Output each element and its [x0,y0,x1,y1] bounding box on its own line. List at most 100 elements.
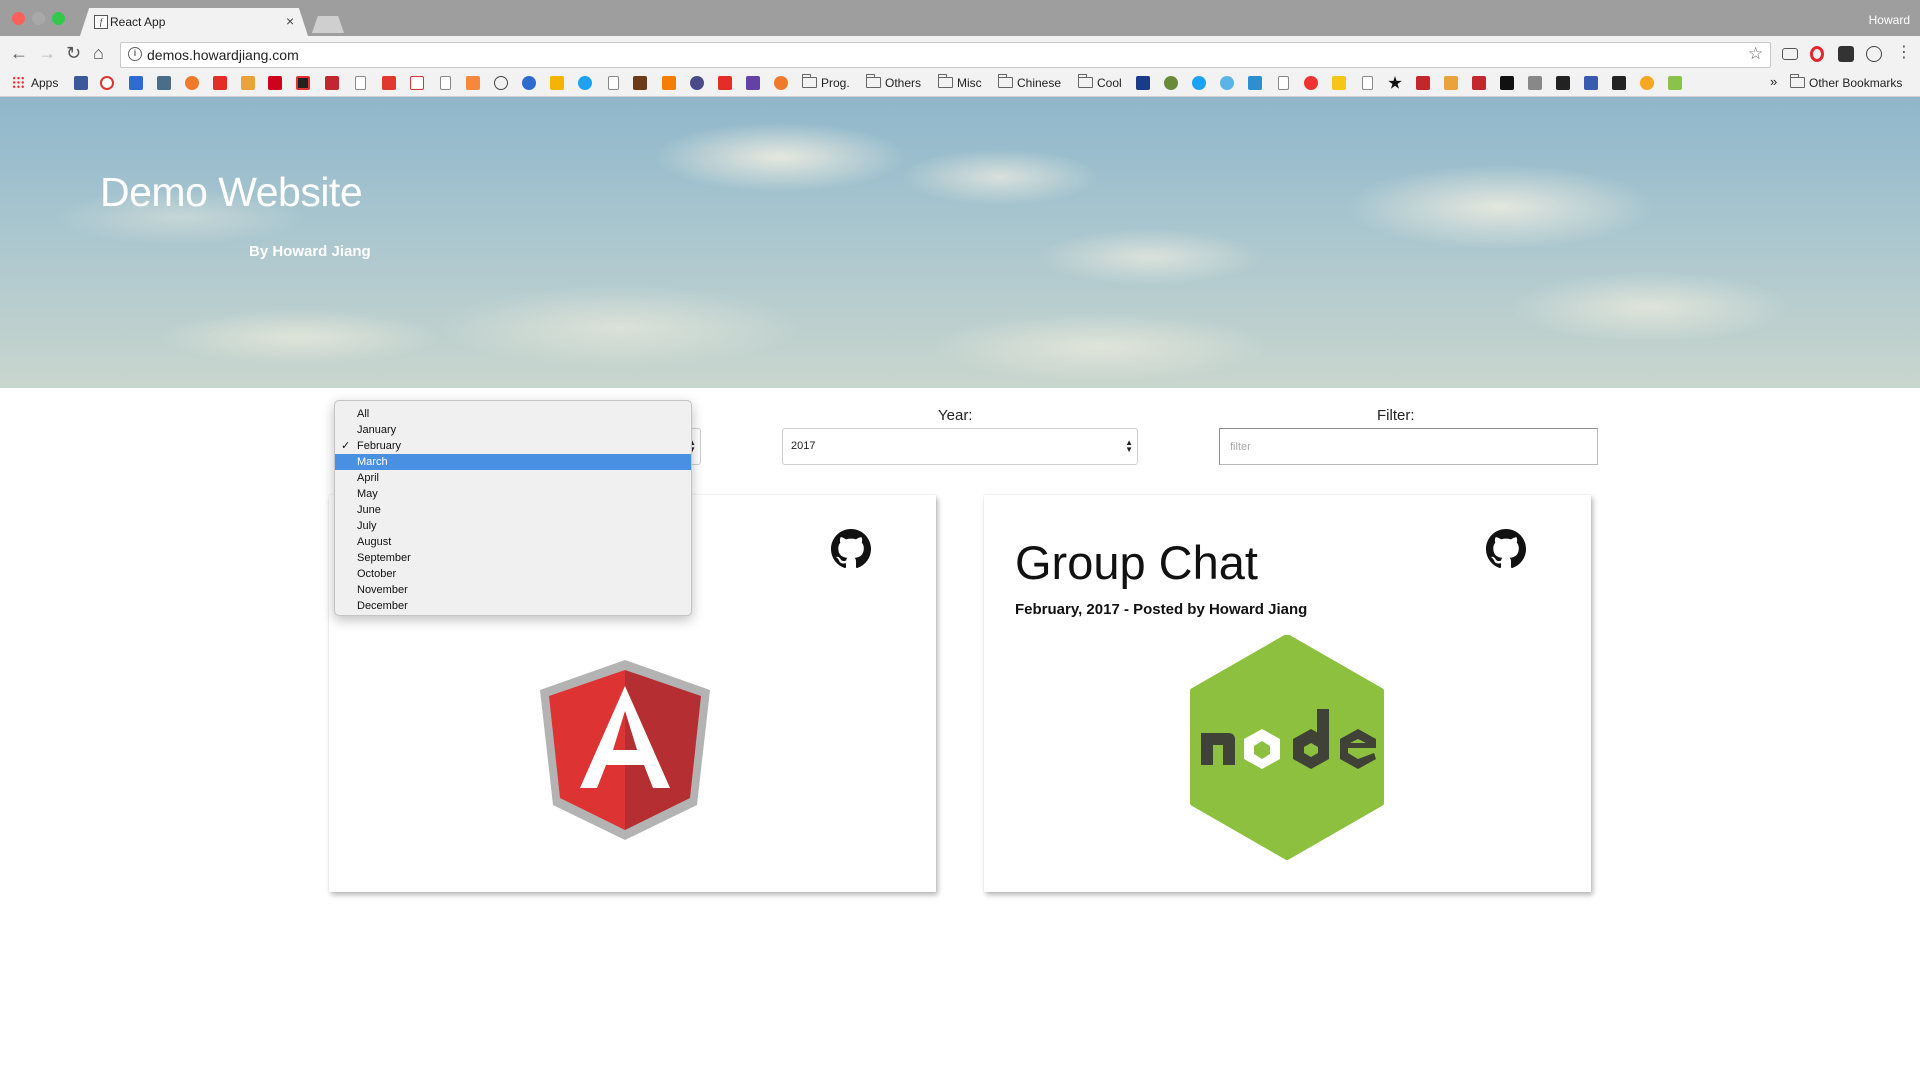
site-info-icon[interactable]: i [128,47,142,61]
apps-bookmark[interactable]: Apps [31,76,58,90]
site-bookmark-icon[interactable] [522,76,536,90]
site-bookmark-icon[interactable] [1528,76,1542,90]
github-icon[interactable] [1486,529,1526,569]
opera-bookmark-icon[interactable] [100,76,114,90]
project-card[interactable]: Group Chat February, 2017 - Posted by Ho… [984,495,1591,892]
youtube-bookmark-icon[interactable] [718,76,732,90]
folder-icon [997,74,1013,88]
month-option-january[interactable]: January [335,422,691,438]
month-option-april[interactable]: April [335,470,691,486]
month-option-all[interactable]: All [335,406,691,422]
month-option-march[interactable]: March [335,454,691,470]
site-bookmark-icon[interactable] [1164,76,1178,90]
site-bookmark-icon[interactable] [1220,76,1234,90]
other-bookmarks[interactable]: Other Bookmarks [1809,76,1902,90]
month-option-label: February [357,440,402,452]
angular-logo-icon [540,660,710,840]
month-option-september[interactable]: September [335,550,691,566]
extension-info-icon[interactable] [1866,46,1882,62]
page-bookmark-icon[interactable] [355,76,366,90]
site-bookmark-icon[interactable] [1640,76,1654,90]
card-title[interactable]: Group Chat [1015,535,1258,590]
filter-label: Filter: [1377,407,1415,424]
bookmark-folder-others[interactable]: Others [885,76,921,90]
page-bookmark-icon[interactable] [608,76,619,90]
site-bookmark-icon[interactable] [1612,76,1626,90]
bookmark-folder-chinese[interactable]: Chinese [1017,76,1061,90]
youtube-bookmark-icon[interactable] [213,76,227,90]
site-bookmark-icon[interactable] [325,76,339,90]
month-option-august[interactable]: August [335,534,691,550]
site-bookmark-icon[interactable] [410,76,424,90]
month-option-november[interactable]: November [335,582,691,598]
month-option-july[interactable]: July [335,518,691,534]
site-bookmark-icon[interactable] [382,76,396,90]
site-bookmark-icon[interactable] [1500,76,1514,90]
page-bookmark-icon[interactable] [1278,76,1289,90]
home-icon[interactable]: ⌂ [93,44,104,62]
site-bookmark-icon[interactable] [1556,76,1570,90]
site-bookmark-icon[interactable] [1304,76,1318,90]
page-bookmark-icon[interactable] [1362,76,1373,90]
mail-bookmark-icon[interactable] [129,76,143,90]
site-bookmark-icon[interactable] [1668,76,1682,90]
bookmark-star-icon[interactable]: ☆ [1748,44,1763,64]
month-option-december[interactable]: December [335,598,691,614]
window-close-button[interactable] [12,12,25,25]
soundcloud-bookmark-icon[interactable] [466,76,480,90]
tab-close-icon[interactable]: × [286,13,294,29]
month-option-may[interactable]: May [335,486,691,502]
select-arrows-icon: ▲ ▼ [1125,438,1133,454]
folder-icon [801,74,817,88]
drive-bookmark-icon[interactable] [550,76,564,90]
bookmarks-overflow-icon[interactable]: » [1770,74,1777,89]
site-bookmark-icon[interactable] [1584,76,1598,90]
youtube-bookmark-icon[interactable] [1416,76,1430,90]
site-bookmark-icon[interactable] [1444,76,1458,90]
twitter-bookmark-icon[interactable] [1192,76,1206,90]
extension-icon[interactable] [1838,46,1854,62]
profile-name[interactable]: Howard [1869,13,1910,27]
bookmark-folder-cool[interactable]: Cool [1097,76,1122,90]
site-bookmark-icon[interactable] [1248,76,1262,90]
window-maximize-button[interactable] [52,12,65,25]
menu-icon[interactable]: ⋮ [1896,44,1912,62]
month-option-october[interactable]: October [335,566,691,582]
twitter-bookmark-icon[interactable] [578,76,592,90]
twitch-bookmark-icon[interactable] [746,76,760,90]
month-dropdown-list[interactable]: All January ✓ February March April May Ju… [334,400,692,616]
forward-icon[interactable]: → [38,44,56,62]
filter-input[interactable] [1219,428,1598,465]
bookmark-folder-prog[interactable]: Prog. [821,76,850,90]
window-minimize-button[interactable] [32,12,45,25]
month-option-february[interactable]: ✓ February [335,438,691,454]
folder-icon [865,74,881,88]
cast-icon[interactable] [1782,48,1798,60]
back-icon[interactable]: ← [10,44,28,62]
bookmark-folder-misc[interactable]: Misc [957,76,982,90]
site-bookmark-icon[interactable] [157,76,171,90]
netflix-bookmark-icon[interactable] [268,76,282,90]
github-icon[interactable] [831,529,871,569]
blogger-bookmark-icon[interactable] [662,76,676,90]
page-bookmark-icon[interactable] [440,76,451,90]
facebook-bookmark-icon[interactable] [74,76,88,90]
year-select[interactable]: 2017 ▲ ▼ [782,428,1138,465]
month-option-june[interactable]: June [335,502,691,518]
address-bar[interactable] [120,42,1771,68]
site-bookmark-icon[interactable] [1136,76,1150,90]
link-bookmark-icon[interactable] [185,76,199,90]
reload-icon[interactable]: ↻ [66,44,81,62]
site-bookmark-icon[interactable] [241,76,255,90]
youtube-bookmark-icon[interactable] [1472,76,1486,90]
apps-grid-icon[interactable] [12,76,25,89]
card-meta: February, 2017 - Posted by Howard Jiang [1015,601,1308,618]
url-text[interactable]: demos.howardjiang.com [147,47,299,63]
opera-icon[interactable] [1810,46,1824,62]
site-bookmark-icon[interactable] [633,76,647,90]
imdb-bookmark-icon[interactable] [1332,76,1346,90]
site-bookmark-icon[interactable] [690,76,704,90]
speed-bookmark-icon[interactable] [494,76,508,90]
site-bookmark-icon[interactable] [296,76,310,90]
link-bookmark-icon[interactable] [774,76,788,90]
